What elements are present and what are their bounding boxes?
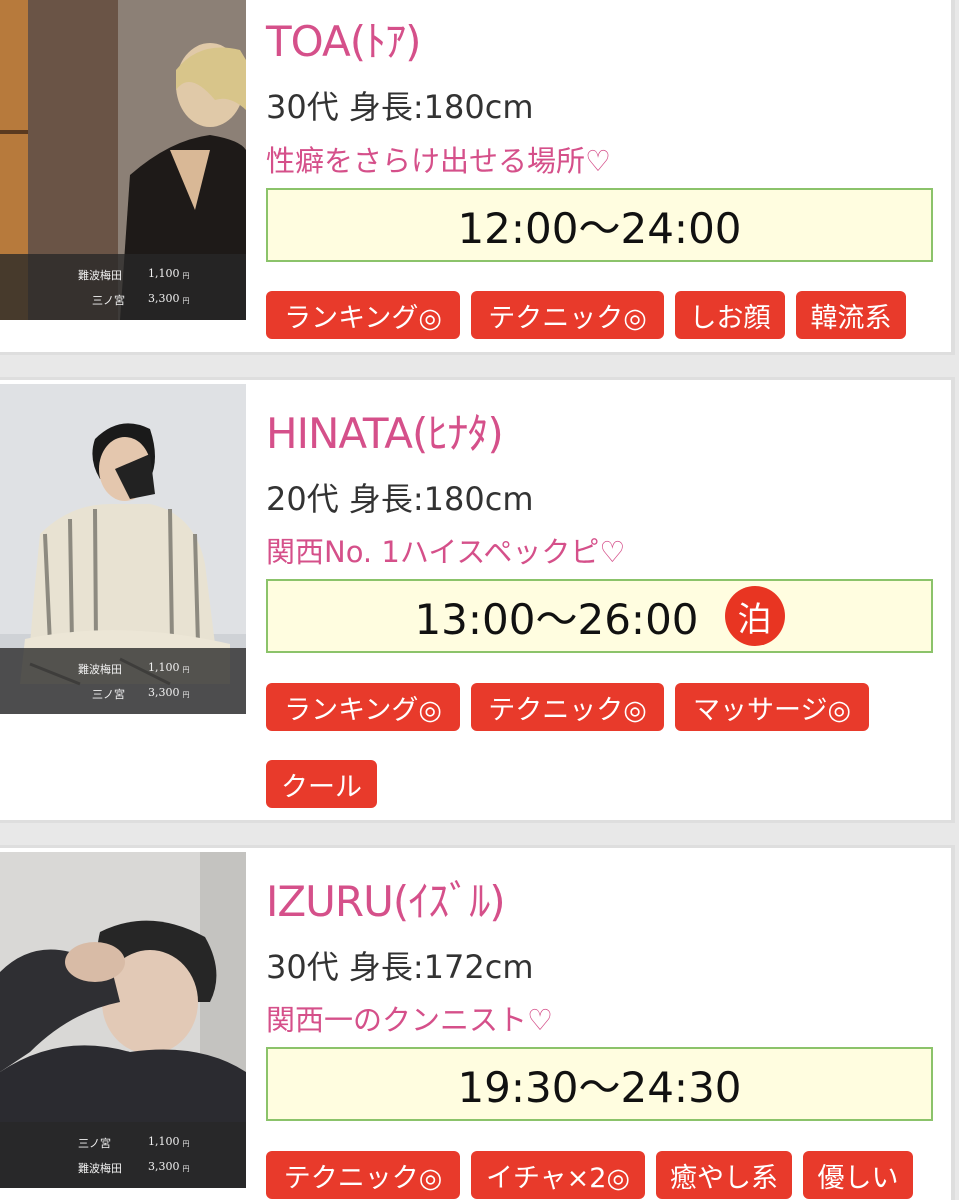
working-hours: 19:30〜24:30 bbox=[266, 1047, 933, 1121]
cast-catchphrase: 関西No. 1ハイスペックピ♡ bbox=[266, 535, 626, 569]
tag-massage[interactable]: マッサージ◎ bbox=[675, 683, 869, 731]
cast-name[interactable]: IZURU(ｲｽﾞﾙ) bbox=[266, 868, 506, 929]
tag-healing[interactable]: 癒やし系 bbox=[656, 1151, 792, 1199]
price-area: 難波梅田 bbox=[78, 663, 122, 676]
price-box: 難波梅田 1,100 円 三ノ宮 3,300 円 bbox=[0, 254, 246, 320]
cast-spec: 30代 身長:180cm bbox=[266, 88, 534, 126]
cast-photo[interactable]: 難波梅田 1,100 円 三ノ宮 3,300 円 bbox=[0, 384, 246, 714]
tag-flirty[interactable]: イチャ×2◎ bbox=[471, 1151, 645, 1199]
tag-korean-style[interactable]: 韓流系 bbox=[796, 291, 906, 339]
price-box: 三ノ宮 1,100 円 難波梅田 3,300 円 bbox=[0, 1122, 246, 1188]
currency-mark: 円 bbox=[182, 297, 190, 305]
tag-cool[interactable]: クール bbox=[266, 760, 377, 808]
price-value: 3,300 bbox=[148, 1160, 180, 1173]
tag-gentle[interactable]: 優しい bbox=[803, 1151, 913, 1199]
currency-mark: 円 bbox=[182, 691, 190, 699]
tag-ranking[interactable]: ランキング◎ bbox=[266, 291, 460, 339]
working-hours: 13:00〜26:00 泊 bbox=[266, 579, 933, 653]
tag-salt-face[interactable]: しお顔 bbox=[675, 291, 785, 339]
hours-text: 13:00〜26:00 bbox=[414, 594, 699, 644]
cast-name[interactable]: TOA(ﾄｱ) bbox=[266, 8, 421, 69]
hours-text: 19:30〜24:30 bbox=[457, 1062, 742, 1112]
tag-technique[interactable]: テクニック◎ bbox=[471, 291, 664, 339]
currency-mark: 円 bbox=[182, 272, 190, 280]
price-area: 三ノ宮 bbox=[92, 688, 125, 701]
cast-photo[interactable]: 三ノ宮 1,100 円 難波梅田 3,300 円 bbox=[0, 852, 246, 1188]
cast-spec: 30代 身長:172cm bbox=[266, 948, 534, 986]
price-area: 三ノ宮 bbox=[92, 294, 125, 307]
tag-technique[interactable]: テクニック◎ bbox=[266, 1151, 460, 1199]
cast-card-izuru[interactable]: 三ノ宮 1,100 円 難波梅田 3,300 円 IZURU(ｲｽﾞﾙ) 30代… bbox=[0, 845, 955, 1200]
working-hours: 12:00〜24:00 bbox=[266, 188, 933, 262]
cast-spec: 20代 身長:180cm bbox=[266, 480, 534, 518]
overnight-badge: 泊 bbox=[724, 586, 785, 646]
currency-mark: 円 bbox=[182, 666, 190, 674]
cast-photo[interactable]: 難波梅田 1,100 円 三ノ宮 3,300 円 bbox=[0, 0, 246, 320]
price-value: 1,100 bbox=[148, 1135, 180, 1148]
cast-catchphrase: 関西一のクンニスト♡ bbox=[266, 1003, 553, 1037]
price-area: 難波梅田 bbox=[78, 1162, 122, 1175]
cast-card-hinata[interactable]: 難波梅田 1,100 円 三ノ宮 3,300 円 HINATA(ﾋﾅﾀ) 20代… bbox=[0, 377, 955, 823]
cast-name[interactable]: HINATA(ﾋﾅﾀ) bbox=[266, 400, 504, 461]
hours-text: 12:00〜24:00 bbox=[457, 203, 742, 253]
cast-catchphrase: 性癖をさらけ出せる場所♡ bbox=[266, 144, 611, 178]
price-area: 三ノ宮 bbox=[78, 1137, 111, 1150]
tag-ranking[interactable]: ランキング◎ bbox=[266, 683, 460, 731]
tag-technique[interactable]: テクニック◎ bbox=[471, 683, 664, 731]
price-area: 難波梅田 bbox=[78, 269, 122, 282]
price-value: 3,300 bbox=[148, 292, 180, 305]
price-value: 1,100 bbox=[148, 661, 180, 674]
currency-mark: 円 bbox=[182, 1165, 190, 1173]
price-box: 難波梅田 1,100 円 三ノ宮 3,300 円 bbox=[0, 648, 246, 714]
cast-card-toa[interactable]: 難波梅田 1,100 円 三ノ宮 3,300 円 TOA(ﾄｱ) 30代 身長:… bbox=[0, 0, 955, 355]
price-value: 1,100 bbox=[148, 267, 180, 280]
currency-mark: 円 bbox=[182, 1140, 190, 1148]
price-value: 3,300 bbox=[148, 686, 180, 699]
